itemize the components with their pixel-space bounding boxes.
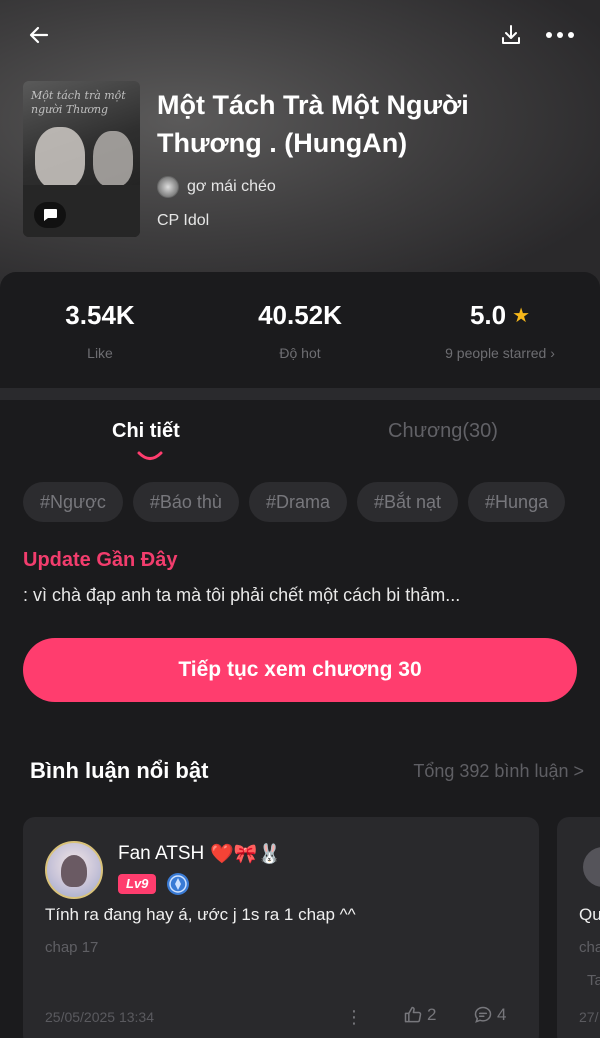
comments-total-link[interactable]: Tổng 392 bình luận > — [413, 761, 584, 782]
author-name: gơ mái chéo — [187, 178, 276, 195]
stat-value: 5.0 ★ — [469, 300, 531, 330]
stat-value: 40.52K — [258, 300, 342, 330]
like-button[interactable]: 2 — [403, 1005, 436, 1025]
star-icon: ★ — [512, 305, 531, 327]
stat-rating[interactable]: 5.0 ★ 9 people starred › — [400, 300, 600, 361]
story-cover[interactable]: Một tách trà một người Thương — [23, 81, 140, 237]
back-button[interactable] — [22, 18, 56, 52]
comment-text: Qu — [579, 905, 600, 924]
level-badge: Lv9 — [118, 874, 157, 894]
tab-details[interactable]: Chi tiết — [112, 420, 180, 443]
cover-title-text: Một tách trà một người Thương — [31, 89, 126, 116]
section-divider — [0, 388, 600, 400]
update-title: Update Gần Đây — [23, 549, 178, 571]
more-options-button[interactable] — [540, 18, 580, 52]
thumbs-up-icon — [404, 1006, 422, 1023]
stat-hot: 40.52K Độ hot — [200, 300, 400, 361]
continue-reading-button[interactable]: Tiếp tục xem chương 30 — [23, 638, 577, 702]
cover-figure — [35, 127, 85, 189]
comment-card[interactable]: Fan ATSH ❤️🎀🐰 Lv9 Tính ra đang hay á, ướ… — [23, 817, 539, 1038]
tag-chip[interactable]: #Báo thù — [132, 482, 239, 522]
stat-likes: 3.54K Like — [0, 300, 200, 361]
tag-chip[interactable]: #Hunga — [468, 482, 566, 522]
comment-card[interactable]: Qu cha Ta 27/ — [557, 817, 600, 1038]
like-count: 2 — [427, 1005, 437, 1024]
cover-figure — [93, 131, 133, 187]
chat-badge — [34, 202, 66, 228]
reply-count: 4 — [497, 1005, 507, 1024]
update-excerpt[interactable]: : vì chà đạp anh ta mà tôi phải chết một… — [23, 585, 460, 606]
story-title: Một Tách Trà Một Người Thương . (HungAn) — [157, 90, 469, 158]
avatar[interactable] — [583, 847, 600, 887]
stat-value: 3.54K — [65, 300, 135, 330]
content-panel: 3.54K Like 40.52K Độ hot 5.0 ★ 9 people s… — [0, 272, 600, 1038]
story-genre[interactable]: CP Idol — [157, 212, 209, 230]
comment-chapter: chap 17 — [45, 939, 99, 956]
story-header: Một tách trà một người Thương Một Tách T… — [0, 0, 600, 300]
back-arrow-icon — [29, 26, 49, 44]
author-avatar — [157, 176, 179, 198]
author-row[interactable]: gơ mái chéo — [157, 176, 276, 198]
comment-date: 27/ — [579, 1009, 599, 1025]
detail-tabs: Chi tiết Chương(30) — [0, 420, 600, 468]
top-bar — [0, 14, 600, 54]
comment-bubble-icon — [474, 1006, 492, 1023]
comment-date: 25/05/2025 13:34 — [45, 1009, 154, 1025]
comment-chapter: cha — [579, 939, 600, 956]
user-name: Fan ATSH — [118, 843, 205, 864]
reply-button[interactable]: 4 — [473, 1005, 506, 1025]
stat-label: Like — [87, 345, 113, 361]
tag-chip[interactable]: #Drama — [248, 482, 347, 522]
tab-chapters[interactable]: Chương(30) — [388, 420, 498, 443]
stats-row: 3.54K Like 40.52K Độ hot 5.0 ★ 9 people s… — [0, 272, 600, 388]
tag-list: #Ngược #Báo thù #Drama #Bắt nạt #Hunga — [23, 482, 600, 524]
stat-label: Độ hot — [279, 345, 321, 361]
download-icon — [502, 25, 520, 44]
download-button[interactable] — [494, 18, 528, 52]
user-emoji: ❤️🎀🐰 — [210, 844, 282, 865]
rating-count-link[interactable]: 9 people starred › — [400, 345, 600, 361]
shield-badge-icon — [167, 873, 190, 895]
comments-title: Bình luận nổi bật — [30, 758, 209, 783]
tag-chip[interactable]: #Bắt nạt — [356, 482, 459, 522]
tag-chip[interactable]: #Ngược — [23, 482, 123, 522]
comment-menu-button[interactable]: ⋮ — [345, 1007, 363, 1028]
avatar-figure — [61, 855, 87, 887]
comment-extra: Ta — [587, 972, 600, 989]
chat-bubble-icon — [44, 209, 57, 221]
user-badges: Lv9 — [118, 872, 190, 896]
comment-text: Tính ra đang hay á, ước j 1s ra 1 chap ^… — [45, 905, 356, 924]
comment-user[interactable]: Fan ATSH ❤️🎀🐰 — [118, 842, 281, 866]
tab-active-indicator — [137, 451, 163, 460]
more-dots-icon — [546, 32, 574, 38]
avatar[interactable] — [45, 841, 103, 899]
